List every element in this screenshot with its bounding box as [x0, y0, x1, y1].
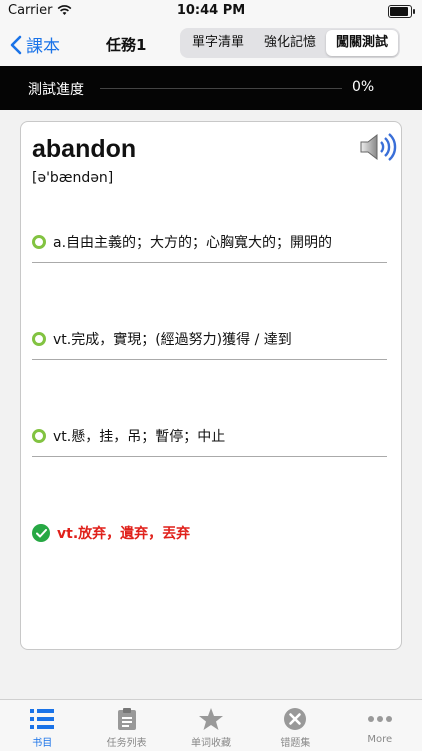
tab-task-list[interactable]: 任务列表 [84, 700, 168, 751]
radio-circle-icon [32, 332, 46, 346]
segment-memory[interactable]: 強化記憶 [254, 30, 326, 56]
clock: 10:44 PM [176, 3, 246, 18]
check-circle-icon [32, 524, 50, 542]
radio-circle-icon [32, 235, 46, 249]
progress-percent: 0% [352, 79, 375, 95]
segment-word-list[interactable]: 單字清單 [182, 30, 254, 56]
tab-more[interactable]: More [338, 700, 422, 751]
tab-mistakes[interactable]: 错题集 [253, 700, 337, 751]
tab-bar: 书目 任务列表 单词收藏 错题集 More [0, 699, 422, 751]
tab-label: More [367, 734, 393, 745]
segment-test[interactable]: 闖關測試 [326, 30, 398, 56]
tab-favorites[interactable]: 单词收藏 [169, 700, 253, 751]
pronounce-button[interactable] [359, 132, 397, 166]
radio-circle-icon [32, 429, 46, 443]
back-label: 課本 [26, 37, 60, 57]
phonetic: [ə'bændən] [32, 170, 114, 186]
tab-label: 任务列表 [106, 738, 147, 749]
option-text: vt.放弃，遺弃，丟弃 [57, 526, 191, 542]
answer-option-4[interactable]: vt.放弃，遺弃，丟弃 [32, 513, 387, 553]
option-text: a.自由主義的；大方的；心胸寬大的；開明的 [53, 235, 333, 251]
star-icon [199, 708, 224, 730]
tab-label: 单词收藏 [191, 738, 232, 749]
answer-option-3[interactable]: vt.懸，挂，吊；暫停；中止 [32, 416, 387, 457]
clipboard-icon [117, 708, 136, 730]
navigation-bar: 課本 任務1 單字清單 強化記憶 闖關測試 [0, 22, 422, 66]
tab-books[interactable]: 书目 [0, 700, 84, 751]
progress-label: 測試進度 [28, 82, 84, 98]
option-text: vt.懸，挂，吊；暫停；中止 [53, 429, 226, 445]
answer-option-2[interactable]: vt.完成，實現；(經過努力)獲得 / 達到 [32, 319, 387, 360]
tab-label: 书目 [32, 738, 53, 749]
status-bar: Carrier 10:44 PM [0, 0, 422, 22]
speaker-icon [360, 133, 397, 161]
answer-option-1[interactable]: a.自由主義的；大方的；心胸寬大的；開明的 [32, 222, 387, 263]
x-circle-icon [284, 708, 307, 730]
progress-track [100, 88, 342, 89]
back-button[interactable]: 課本 [10, 32, 60, 57]
tab-label: 错题集 [280, 738, 311, 749]
option-text: vt.完成，實現；(經過努力)獲得 / 達到 [53, 332, 292, 348]
battery-icon [388, 5, 415, 18]
mode-segmented-control: 單字清單 強化記憶 闖關測試 [180, 28, 400, 58]
vocab-word: abandon [32, 135, 137, 163]
chevron-left-icon [10, 35, 22, 54]
more-icon [367, 716, 392, 722]
page-title: 任務1 [106, 36, 147, 54]
test-progress-bar: 測試進度 0% [0, 66, 422, 110]
question-card: abandon [ə'bændən] a.自由主義的；大方的；心胸寬大的；開明的… [20, 121, 402, 650]
list-icon [30, 709, 55, 729]
